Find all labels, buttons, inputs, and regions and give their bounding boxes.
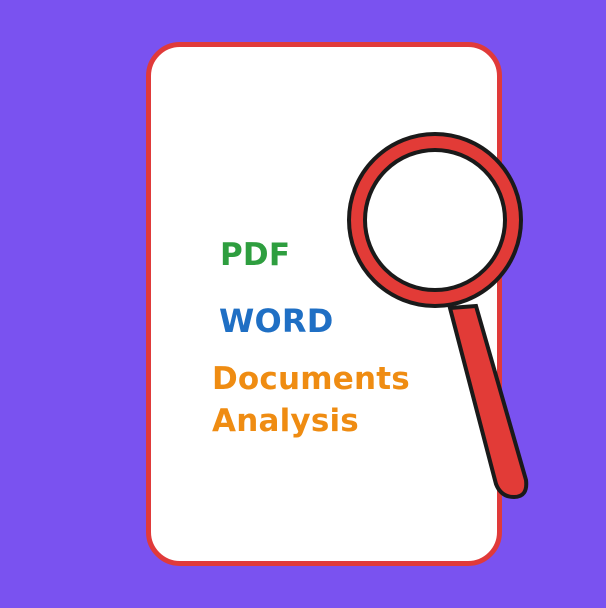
- pdf-label: PDF: [220, 237, 291, 273]
- magnifying-glass-icon: [347, 132, 529, 500]
- word-label: WORD: [219, 302, 334, 340]
